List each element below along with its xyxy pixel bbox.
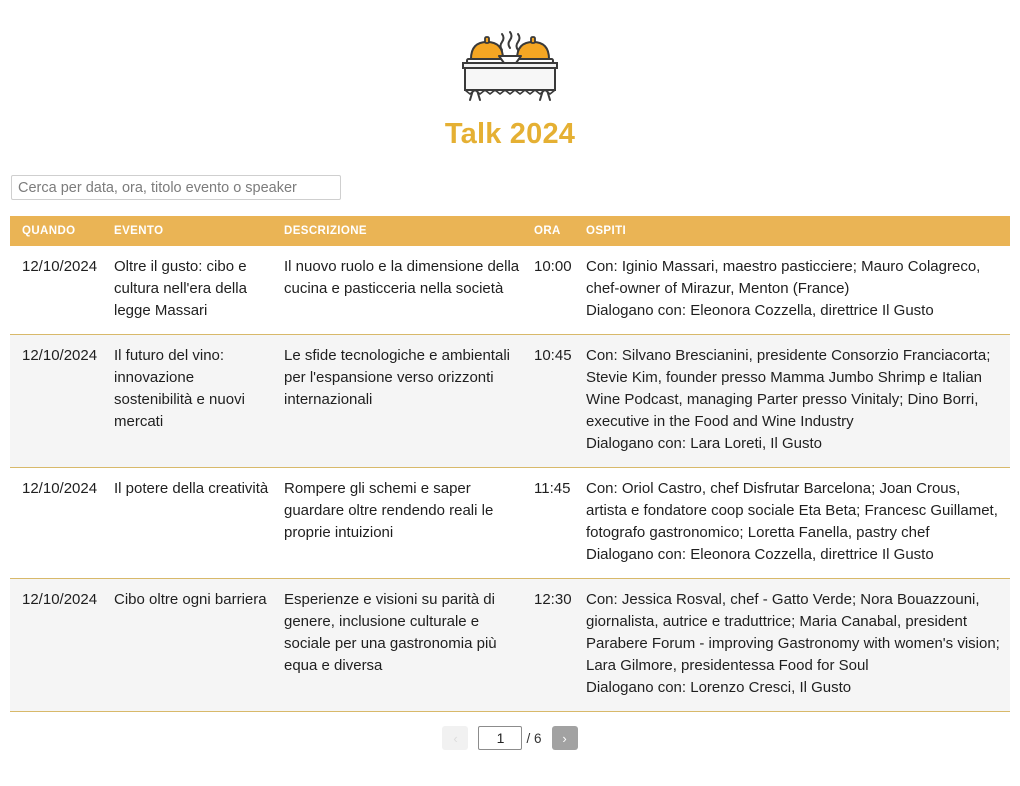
cell-descrizione: Rompere gli schemi e saper guardare oltr… (278, 467, 528, 579)
column-header-ospiti[interactable]: OSPITI (580, 216, 1010, 246)
cell-quando: 12/10/2024 (10, 246, 108, 335)
cell-ospiti: Con: Jessica Rosval, chef - Gatto Verde;… (580, 578, 1010, 712)
cell-ora: 11:45 (528, 467, 580, 579)
buffet-table-cloches-icon (457, 22, 563, 102)
logo-container (0, 0, 1020, 102)
cell-ora: 12:30 (528, 578, 580, 712)
next-page-button[interactable]: › (551, 726, 578, 750)
ospiti-con: Con: Silvano Brescianini, presidente Con… (586, 347, 991, 430)
cell-descrizione: Le sfide tecnologiche e ambientali per l… (278, 334, 528, 468)
cell-evento: Il futuro del vino: innovazione sostenib… (108, 334, 278, 468)
table-row[interactable]: 12/10/2024 Il potere della creatività Ro… (10, 467, 1010, 579)
table-head: QUANDO EVENTO DESCRIZIONE ORA OSPITI (10, 216, 1010, 246)
cell-evento: Il potere della creatività (108, 467, 278, 579)
total-pages-label: / 6 (526, 730, 542, 746)
cell-evento: Cibo oltre ogni barriera (108, 578, 278, 712)
pagination: ‹ / 6 › (0, 726, 1020, 750)
column-header-quando[interactable]: QUANDO (10, 216, 108, 246)
ospiti-con: Con: Oriol Castro, chef Disfrutar Barcel… (586, 480, 998, 541)
page-number-group: / 6 (478, 726, 542, 750)
ospiti-con: Con: Iginio Massari, maestro pasticciere… (586, 258, 981, 297)
ospiti-con: Con: Jessica Rosval, chef - Gatto Verde;… (586, 591, 1000, 674)
search-input[interactable] (11, 175, 341, 200)
ospiti-dialogano: Dialogano con: Eleonora Cozzella, dirett… (586, 546, 934, 563)
cell-ospiti: Con: Silvano Brescianini, presidente Con… (580, 334, 1010, 468)
page-title: Talk 2024 (444, 118, 576, 150)
ospiti-dialogano: Dialogano con: Eleonora Cozzella, dirett… (586, 302, 934, 319)
ospiti-dialogano: Dialogano con: Lorenzo Cresci, Il Gusto (586, 679, 852, 696)
cell-ospiti: Con: Oriol Castro, chef Disfrutar Barcel… (580, 467, 1010, 579)
cell-descrizione: Esperienze e visioni su parità di genere… (278, 578, 528, 712)
previous-page-button[interactable]: ‹ (442, 726, 469, 750)
cell-quando: 12/10/2024 (10, 467, 108, 579)
table-body: 12/10/2024 Oltre il gusto: cibo e cultur… (10, 246, 1010, 712)
table-row[interactable]: 12/10/2024 Il futuro del vino: innovazio… (10, 334, 1010, 468)
cell-ospiti: Con: Iginio Massari, maestro pasticciere… (580, 246, 1010, 335)
table-row[interactable]: 12/10/2024 Oltre il gusto: cibo e cultur… (10, 246, 1010, 335)
column-header-descrizione[interactable]: DESCRIZIONE (278, 216, 528, 246)
cell-quando: 12/10/2024 (10, 334, 108, 468)
schedule-table: QUANDO EVENTO DESCRIZIONE ORA OSPITI 12/… (10, 216, 1010, 712)
cell-quando: 12/10/2024 (10, 578, 108, 712)
table-header-row: QUANDO EVENTO DESCRIZIONE ORA OSPITI (10, 216, 1010, 246)
cell-descrizione: Il nuovo ruolo e la dimensione della cuc… (278, 246, 528, 335)
cell-ora: 10:00 (528, 246, 580, 335)
table-row[interactable]: 12/10/2024 Cibo oltre ogni barriera Espe… (10, 578, 1010, 712)
search-row (0, 151, 1020, 200)
schedule-table-container: QUANDO EVENTO DESCRIZIONE ORA OSPITI 12/… (10, 216, 1010, 712)
ospiti-dialogano: Dialogano con: Lara Loreti, Il Gusto (586, 435, 822, 452)
page-number-input[interactable] (478, 726, 523, 750)
cell-evento: Oltre il gusto: cibo e cultura nell'era … (108, 246, 278, 335)
cell-ora: 10:45 (528, 334, 580, 468)
column-header-ora[interactable]: ORA (528, 216, 580, 246)
page-root: Talk 2024 QUANDO EVENTO DESCRIZIONE ORA … (0, 0, 1020, 786)
column-header-evento[interactable]: EVENTO (108, 216, 278, 246)
